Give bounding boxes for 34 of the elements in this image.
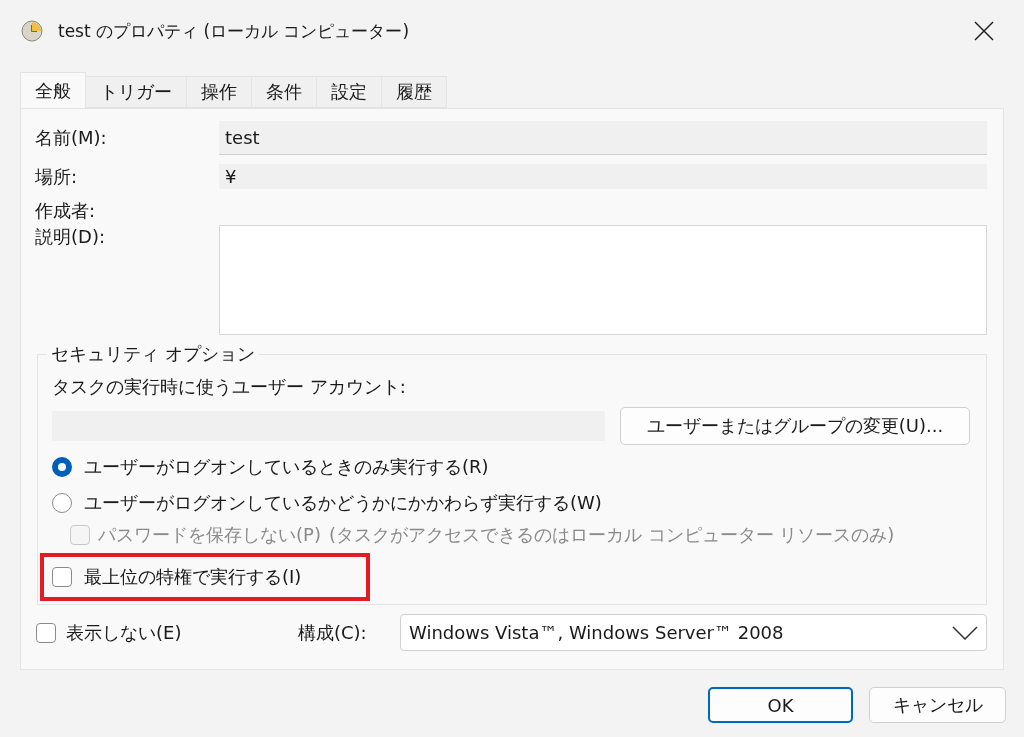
checkbox-note: (タスクがアクセスできるのはローカル コンピューター リソースのみ): [328, 523, 895, 547]
tab[interactable]: 全般: [20, 72, 86, 108]
chevron-down-icon: [952, 625, 978, 640]
clock-icon: [20, 19, 44, 43]
configure-dropdown[interactable]: Windows Vista™, Windows Server™ 2008: [400, 614, 987, 651]
name-field[interactable]: test: [219, 121, 987, 155]
name-label: 名前(M):: [35, 126, 108, 150]
group-title: セキュリティ オプション: [47, 343, 259, 365]
checkbox-label: 表示しない(E): [66, 620, 182, 645]
checkbox-label: 最上位の特権で実行する(I): [84, 565, 302, 589]
checkbox[interactable]: [52, 567, 72, 587]
checkbox[interactable]: [36, 622, 56, 643]
tab[interactable]: 設定: [316, 76, 382, 108]
cancel-button[interactable]: キャンセル: [869, 687, 1006, 723]
location-field: ¥: [219, 164, 987, 189]
close-icon: [973, 20, 995, 42]
account-label: タスクの実行時に使うユーザー アカウント:: [52, 375, 407, 399]
radio-button[interactable]: [52, 493, 72, 513]
radio-label: ユーザーがログオンしているかどうかにかかわらず実行する(W): [84, 491, 602, 515]
radio-button[interactable]: [52, 457, 72, 477]
radio-label: ユーザーがログオンしているときのみ実行する(R): [84, 455, 489, 479]
tab[interactable]: 条件: [251, 76, 317, 108]
location-label: 場所:: [35, 164, 79, 189]
checkbox-label: パスワードを保存しない(P): [98, 523, 321, 547]
tab[interactable]: 操作: [186, 76, 252, 108]
tab[interactable]: トリガー: [85, 76, 187, 108]
ok-button[interactable]: OK: [708, 687, 853, 723]
description-field[interactable]: [219, 225, 987, 335]
change-user-button[interactable]: ユーザーまたはグループの変更(U)...: [620, 407, 970, 445]
configure-label: 構成(C):: [298, 620, 368, 645]
description-label: 説明(D):: [35, 225, 106, 249]
window-title: test のプロパティ (ローカル コンピューター): [58, 19, 411, 43]
author-label: 作成者:: [35, 199, 97, 223]
tab[interactable]: 履歴: [381, 76, 447, 108]
